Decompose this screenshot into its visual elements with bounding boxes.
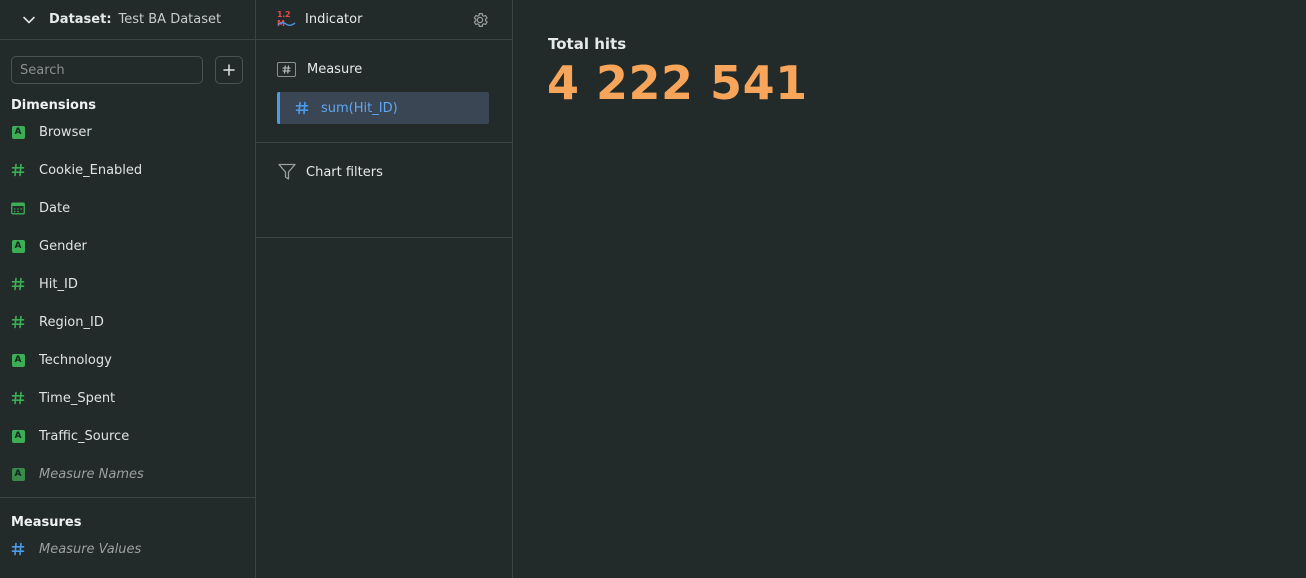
dimension-item-gender[interactable]: A Gender xyxy=(0,227,255,265)
add-field-button[interactable] xyxy=(215,56,243,84)
measures-divider xyxy=(0,497,255,498)
dimension-label: Hit_ID xyxy=(39,276,78,292)
dimension-label: Browser xyxy=(39,124,92,140)
dimension-label: Date xyxy=(39,200,71,216)
hash-type-icon xyxy=(11,542,25,556)
dimension-item-measure-names[interactable]: A Measure Names xyxy=(0,455,255,493)
dimension-item-browser[interactable]: A Browser xyxy=(0,113,255,151)
visualization-panel: 1.2 M Indicator Measure sum(Hit_ID) Char… xyxy=(256,0,513,578)
measure-section: Measure sum(Hit_ID) xyxy=(256,40,512,143)
dimension-label: Gender xyxy=(39,238,87,254)
hash-type-icon xyxy=(11,277,25,291)
dimension-item-hit-id[interactable]: Hit_ID xyxy=(0,265,255,303)
string-type-icon: A xyxy=(11,467,25,481)
measure-section-label: Measure xyxy=(307,61,363,77)
string-type-icon: A xyxy=(11,353,25,367)
hash-type-icon xyxy=(11,163,25,177)
plus-icon xyxy=(223,64,235,76)
dimension-item-date[interactable]: Date xyxy=(0,189,255,227)
dimensions-list: A Browser Cookie_Enabled Date A Gender H… xyxy=(0,113,255,493)
dimension-label: Measure Names xyxy=(39,466,144,482)
dimension-item-time-spent[interactable]: Time_Spent xyxy=(0,379,255,417)
measure-label: Measure Values xyxy=(39,541,142,557)
indicator-chart-icon: 1.2 M xyxy=(277,10,299,30)
measures-list: Measure Values xyxy=(0,530,255,568)
gear-icon[interactable] xyxy=(471,11,489,29)
hash-type-icon xyxy=(295,101,309,115)
string-type-icon: A xyxy=(11,125,25,139)
dataset-name[interactable]: Test BA Dataset xyxy=(119,12,222,27)
indicator-value: 4 222 541 xyxy=(547,56,808,110)
indicator-title: Total hits xyxy=(548,35,627,53)
dataset-label: Dataset: xyxy=(49,12,112,27)
dataset-panel: Dataset: Test BA Dataset Dimensions A Br… xyxy=(0,0,256,578)
chart-filters-label: Chart filters xyxy=(306,164,383,180)
calendar-type-icon xyxy=(11,201,25,215)
dimension-label: Cookie_Enabled xyxy=(39,162,143,178)
measure-item-measure-values[interactable]: Measure Values xyxy=(0,530,255,568)
dimension-item-traffic-source[interactable]: A Traffic_Source xyxy=(0,417,255,455)
string-type-icon: A xyxy=(11,239,25,253)
dimensions-title: Dimensions xyxy=(11,98,96,113)
hash-box-icon xyxy=(277,61,296,77)
visualization-title: Indicator xyxy=(305,12,363,27)
measure-chip-label: sum(Hit_ID) xyxy=(321,100,398,116)
dataset-header[interactable]: Dataset: Test BA Dataset xyxy=(0,0,255,40)
measure-chip[interactable]: sum(Hit_ID) xyxy=(277,92,489,124)
visualization-header[interactable]: 1.2 M Indicator xyxy=(256,0,512,40)
dimension-item-cookie-enabled[interactable]: Cookie_Enabled xyxy=(0,151,255,189)
dimension-label: Time_Spent xyxy=(39,390,116,406)
filter-icon xyxy=(277,163,297,181)
chart-area: Total hits 4 222 541 xyxy=(513,0,1306,578)
dimension-item-technology[interactable]: A Technology xyxy=(0,341,255,379)
chart-filters-section[interactable]: Chart filters xyxy=(256,143,512,238)
hash-type-icon xyxy=(11,391,25,405)
dimension-label: Region_ID xyxy=(39,314,104,330)
chevron-down-icon[interactable] xyxy=(22,13,36,27)
dimension-item-region-id[interactable]: Region_ID xyxy=(0,303,255,341)
dimension-label: Traffic_Source xyxy=(39,428,130,444)
hash-type-icon xyxy=(11,315,25,329)
string-type-icon: A xyxy=(11,429,25,443)
search-input[interactable] xyxy=(11,56,203,84)
measures-title: Measures xyxy=(11,515,82,530)
dimension-label: Technology xyxy=(39,352,112,368)
